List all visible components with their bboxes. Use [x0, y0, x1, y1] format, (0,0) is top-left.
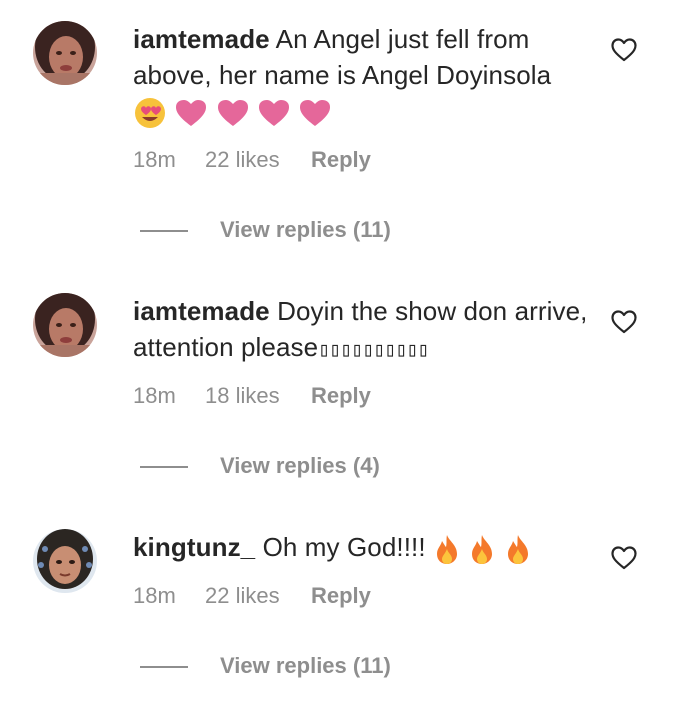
- like-heart-icon[interactable]: [611, 38, 637, 64]
- like-heart-icon[interactable]: [611, 546, 637, 572]
- fire-emoji: [433, 533, 461, 565]
- pink-heart-emoji: [216, 98, 250, 128]
- heart-eyes-emoji: [133, 96, 167, 130]
- avatar[interactable]: [33, 21, 97, 85]
- fire-emoji: [468, 533, 496, 565]
- comment-body: iamtemade An Angel just fell from above,…: [133, 21, 588, 130]
- comment-body: kingtunz_ Oh my God!!!!: [133, 529, 588, 565]
- comment-body: iamtemade Doyin the show don arrive, att…: [133, 293, 588, 367]
- replies-divider-line: [140, 230, 188, 232]
- replies-divider-line: [140, 466, 188, 468]
- reply-button[interactable]: Reply: [311, 146, 371, 174]
- comment-username[interactable]: iamtemade: [133, 296, 270, 326]
- view-replies-label: View replies (4): [220, 453, 380, 478]
- fire-emoji: [504, 533, 532, 565]
- view-replies-label: View replies (11): [220, 217, 391, 242]
- comment-likes-count[interactable]: 18 likes: [205, 382, 311, 410]
- comment-meta: 18m 22 likes Reply: [133, 146, 371, 174]
- avatar-image: [33, 293, 97, 357]
- reply-button[interactable]: Reply: [311, 382, 371, 410]
- like-heart-icon[interactable]: [611, 310, 637, 336]
- reply-button[interactable]: Reply: [311, 582, 371, 610]
- view-replies-label: View replies (11): [220, 653, 391, 678]
- comment-timestamp: 18m: [133, 383, 176, 408]
- avatar-image: [33, 529, 97, 593]
- pink-heart-emoji: [174, 98, 208, 128]
- comment-meta: 18m 22 likes Reply: [133, 582, 371, 610]
- comment-timestamp: 18m: [133, 583, 176, 608]
- comment-username[interactable]: kingtunz_: [133, 532, 255, 562]
- avatar[interactable]: [33, 529, 97, 593]
- comment-username[interactable]: iamtemade: [133, 24, 270, 54]
- replies-divider-line: [140, 666, 188, 668]
- avatar[interactable]: [33, 293, 97, 357]
- comment-text: Oh my God!!!!: [262, 532, 426, 562]
- pink-heart-emoji: [257, 98, 291, 128]
- comment-likes-count[interactable]: 22 likes: [205, 582, 311, 610]
- comment-likes-count[interactable]: 22 likes: [205, 146, 311, 174]
- comment-timestamp: 18m: [133, 147, 176, 172]
- missing-glyph-run: ▯▯▯▯▯▯▯▯▯▯: [318, 337, 429, 361]
- pink-heart-emoji: [298, 98, 332, 128]
- comment-meta: 18m 18 likes Reply: [133, 382, 371, 410]
- avatar-image: [33, 21, 97, 85]
